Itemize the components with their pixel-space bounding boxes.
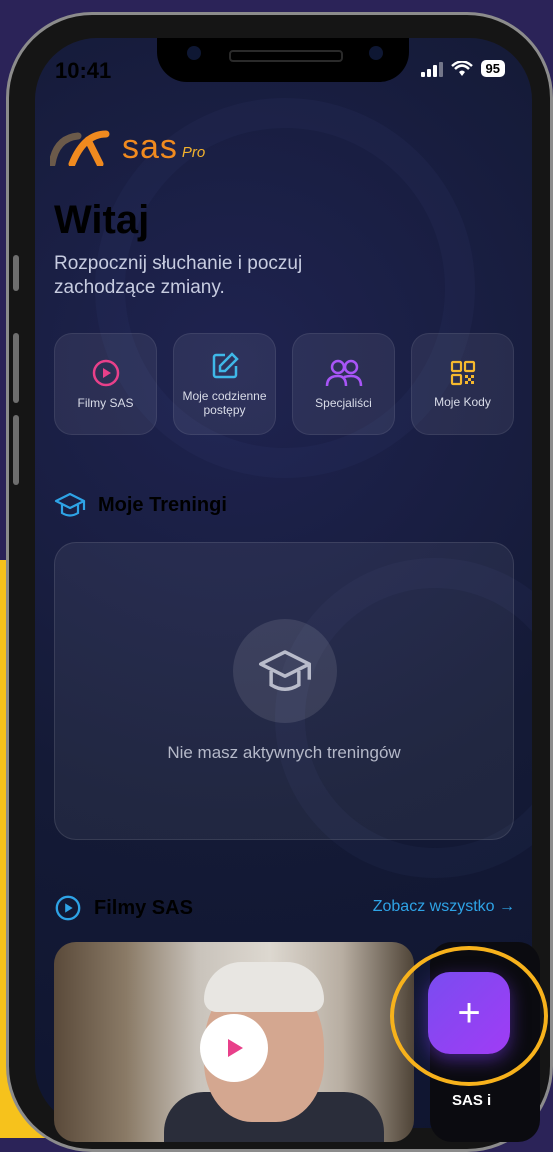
play-circle-icon [55,895,81,921]
wifi-icon [450,60,473,76]
films-header: Filmy SAS [54,894,193,922]
quick-action-label: Filmy SAS [77,396,134,410]
qr-code-icon [450,360,475,386]
quick-action-label: Specjaliści [315,396,372,410]
page-subtitle: Rozpocznij słuchanie i poczuj zachodzące… [54,253,303,298]
play-button[interactable] [200,1014,268,1082]
notch [157,38,409,82]
signal-icon [420,61,443,77]
section-title: Moje Treningi [98,493,227,516]
edit-icon [212,352,239,379]
status-time: 10:41 [55,58,112,83]
trainings-header: Moje Treningi [54,490,227,520]
trainings-empty-card: Nie masz aktywnych treningów [54,542,514,840]
quick-action-label: Moje codzienne postępy [182,389,267,417]
quick-actions: Filmy SAS Moje codzienne postępy Specjal… [54,333,514,435]
graduation-cap-icon [54,492,86,517]
brand-suffix: Pro [181,144,206,161]
quick-action-filmy-sas[interactable]: Filmy SAS [54,333,157,435]
add-button[interactable]: + [428,972,510,1054]
quick-action-moje-kody[interactable]: Moje Kody [411,333,514,435]
film-card[interactable] [54,942,414,1142]
quick-action-specjalisci[interactable]: Specjaliści [292,333,395,435]
brand-name: sas [122,128,178,166]
see-all-link[interactable]: Zobacz wszystko → [373,898,515,916]
section-title: Filmy SAS [94,896,193,919]
logo-mark-icon [50,130,110,166]
quick-action-label: Moje Kody [434,395,491,409]
battery-indicator: 95 [480,60,505,77]
film-caption: SAS i [452,1092,492,1109]
play-icon [228,1039,243,1057]
play-circle-icon [92,359,119,387]
users-icon [325,359,362,387]
plus-icon: + [457,991,481,1035]
page-title: Witaj [54,198,150,242]
empty-state-text: Nie masz aktywnych treningów [167,743,401,762]
empty-state-icon-wrap [233,619,337,723]
quick-action-postepy[interactable]: Moje codzienne postępy [173,333,276,435]
status-icons: 95 [420,60,505,77]
app-logo: sas Pro [50,128,205,167]
graduation-cap-icon [258,650,311,691]
